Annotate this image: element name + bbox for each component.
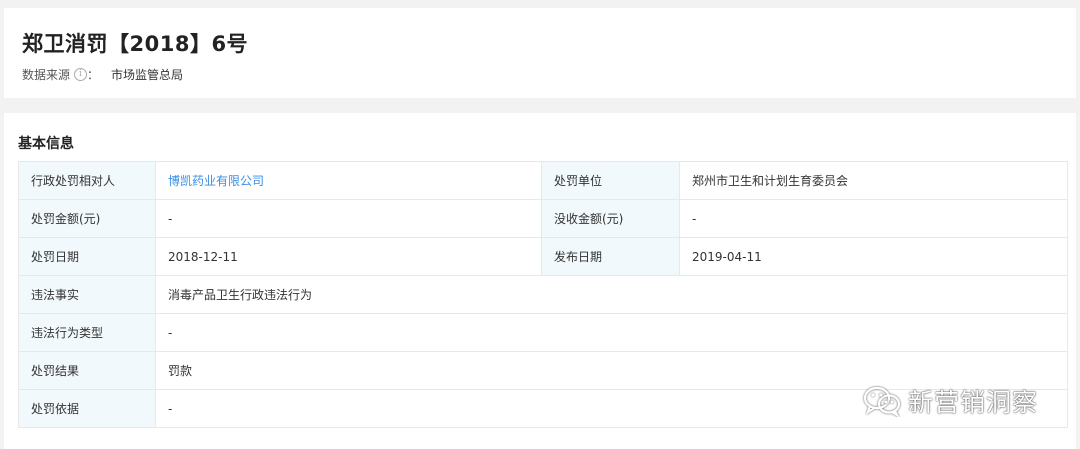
section-title: 基本信息 bbox=[18, 136, 74, 152]
watermark: 新营销洞察 bbox=[862, 383, 1038, 419]
table-row: 处罚日期 2018-12-11 发布日期 2019-04-11 bbox=[18, 237, 1068, 276]
label-respondent: 行政处罚相对人 bbox=[18, 161, 156, 200]
wechat-icon bbox=[863, 386, 901, 417]
respondent-link[interactable]: 博凯药业有限公司 bbox=[168, 174, 264, 188]
label-confiscation-amount: 没收金额(元) bbox=[541, 199, 680, 238]
label-violation-type: 违法行为类型 bbox=[18, 313, 156, 352]
label-violation-facts: 违法事实 bbox=[18, 275, 156, 314]
value-violation-type: - bbox=[155, 313, 1068, 352]
table-row: 行政处罚相对人 博凯药业有限公司 处罚单位 郑州市卫生和计划生育委员会 bbox=[18, 161, 1068, 200]
value-violation-facts: 消毒产品卫生行政违法行为 bbox=[155, 275, 1068, 314]
value-punishing-unit: 郑州市卫生和计划生育委员会 bbox=[679, 161, 1068, 200]
label-publish-date: 发布日期 bbox=[541, 237, 680, 276]
watermark-text: 新营销洞察 bbox=[908, 388, 1039, 417]
label-punish-result: 处罚结果 bbox=[18, 351, 156, 390]
value-respondent: 博凯药业有限公司 bbox=[155, 161, 542, 200]
table-row: 处罚金额(元) - 没收金额(元) - bbox=[18, 199, 1068, 238]
value-fine-amount: - bbox=[155, 199, 542, 238]
label-punish-basis: 处罚依据 bbox=[18, 389, 156, 428]
label-punishing-unit: 处罚单位 bbox=[541, 161, 680, 200]
label-punish-date: 处罚日期 bbox=[18, 237, 156, 276]
source-value: 市场监管总局 bbox=[111, 68, 184, 82]
page-title: 郑卫消罚【2018】6号 bbox=[22, 32, 249, 56]
table-row: 违法事实 消毒产品卫生行政违法行为 bbox=[18, 275, 1068, 314]
value-confiscation-amount: - bbox=[679, 199, 1068, 238]
info-circle-icon[interactable]: i bbox=[74, 68, 88, 81]
label-fine-amount: 处罚金额(元) bbox=[18, 199, 156, 238]
value-publish-date: 2019-04-11 bbox=[679, 237, 1068, 276]
data-source-row: 数据来源 i ： 市场监管总局 bbox=[22, 66, 183, 83]
source-separator: ： bbox=[87, 68, 100, 82]
table-row: 违法行为类型 - bbox=[18, 313, 1068, 352]
source-label: 数据来源 bbox=[22, 68, 71, 82]
header-card: 郑卫消罚【2018】6号 数据来源 i ： 市场监管总局 bbox=[4, 8, 1076, 98]
value-punish-date: 2018-12-11 bbox=[155, 237, 542, 276]
